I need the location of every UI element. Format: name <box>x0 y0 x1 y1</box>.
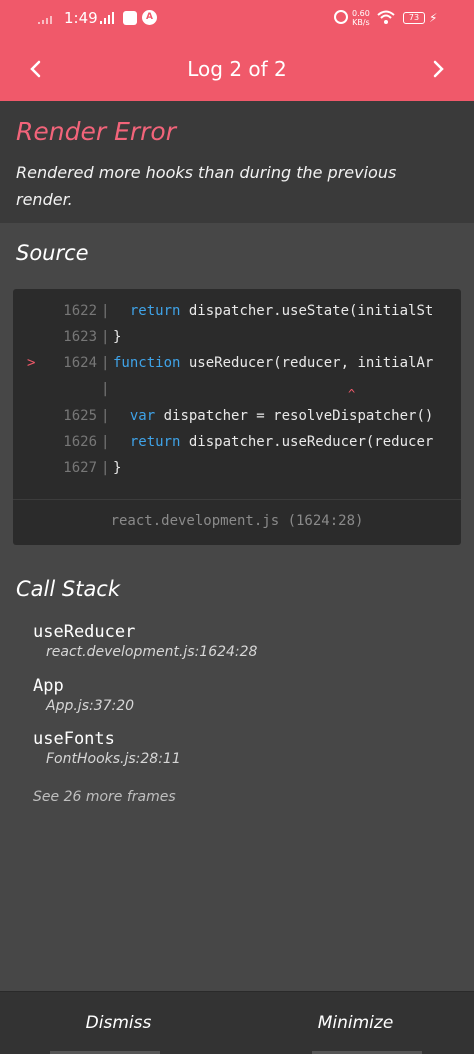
code-line: 1625 | var dispatcher = resolveDispatcher… <box>13 408 461 434</box>
code-line: 1626 | return dispatcher.useReducer(reduc… <box>13 434 461 460</box>
code-text: return dispatcher.useState(initialSt <box>113 303 433 319</box>
code-line: >1624 | function useReducer(reducer, initi… <box>13 355 461 381</box>
code-rest: } <box>113 329 122 345</box>
log-counter: Log 2 of 2 <box>187 57 287 81</box>
minimize-button[interactable]: Minimize <box>237 992 474 1054</box>
gutter-separator: | <box>101 381 110 397</box>
code-rest: dispatcher = resolveDispatcher() <box>155 408 434 424</box>
code-line: 1622 | return dispatcher.useState(initial… <box>13 303 461 329</box>
gutter-separator: | <box>101 434 110 450</box>
code-divider <box>13 499 461 500</box>
error-title: Render Error <box>16 117 176 146</box>
code-text: } <box>113 460 121 476</box>
log-header: Log 2 of 2 <box>0 37 474 101</box>
code-text: function useReducer(reducer, initialAr <box>113 355 433 371</box>
status-bar: 1:49 A 0.60 KB/s 73 ⚡ <box>0 0 474 37</box>
code-line: 1627 |} <box>13 460 461 486</box>
charging-icon: ⚡ <box>429 11 438 25</box>
line-number: 1624 <box>63 355 97 371</box>
stack-frame[interactable]: useReducer react.development.js:1624:28 <box>33 622 257 660</box>
stack-frame-location: App.js:37:20 <box>46 698 135 714</box>
footer-bar: Dismiss Minimize <box>0 991 474 1054</box>
code-text: return dispatcher.useReducer(reducer <box>113 434 433 450</box>
status-time: 1:49 <box>64 9 98 27</box>
gutter-separator: | <box>101 408 110 424</box>
network-speed: 0.60 KB/s <box>352 9 370 27</box>
code-line: 1623 |} <box>13 329 461 355</box>
line-number: 1625 <box>63 408 97 424</box>
gutter-separator: | <box>101 303 110 319</box>
app-notification-icon: A <box>142 10 157 25</box>
code-keyword: return <box>113 303 181 319</box>
error-panel: Render Error Rendered more hooks than du… <box>0 101 474 223</box>
code-rest: } <box>113 460 122 476</box>
line-number: 1627 <box>63 460 97 476</box>
gutter-separator: | <box>101 460 110 476</box>
stack-frame-function: useFonts <box>33 729 115 749</box>
stack-frame[interactable]: App App.js:37:20 <box>33 676 134 714</box>
stack-frame-location: FontHooks.js:28:11 <box>46 751 181 767</box>
source-heading: Source <box>16 241 89 265</box>
error-caret: ^ <box>348 387 356 401</box>
code-keyword: var <box>113 408 156 424</box>
call-stack-heading: Call Stack <box>16 577 121 601</box>
see-more-frames-link[interactable]: See 26 more frames <box>33 789 176 805</box>
dismiss-button[interactable]: Dismiss <box>0 992 237 1054</box>
video-app-icon <box>123 11 137 25</box>
chevron-right-icon[interactable] <box>424 55 452 83</box>
source-code-frame: 1622 | return dispatcher.useState(initial… <box>13 289 461 545</box>
code-rest: dispatcher.useState(initialSt <box>180 303 434 319</box>
code-rest: dispatcher.useReducer(reducer <box>180 434 434 450</box>
source-file-location: react.development.js (1624:28) <box>110 513 364 529</box>
line-number: 1622 <box>63 303 97 319</box>
stack-frame-location: react.development.js:1624:28 <box>46 644 258 660</box>
signal-icon <box>38 16 52 24</box>
gutter-separator: | <box>101 355 110 371</box>
signal-strength-icon <box>100 12 114 24</box>
code-rest: useReducer(reducer, initialAr <box>180 355 434 371</box>
code-keyword: function <box>113 355 181 371</box>
alarm-icon <box>334 10 348 24</box>
line-number: 1626 <box>63 434 97 450</box>
code-keyword: return <box>113 434 181 450</box>
battery-icon: 73 <box>403 12 425 24</box>
stack-frame[interactable]: useFonts FontHooks.js:28:11 <box>33 729 181 767</box>
line-number: 1623 <box>63 329 97 345</box>
wifi-icon <box>377 10 395 24</box>
error-message: Rendered more hooks than during the prev… <box>16 163 397 209</box>
stack-frame-function: useReducer <box>33 622 136 642</box>
gutter-separator: | <box>101 329 110 345</box>
stack-frame-function: App <box>33 676 64 696</box>
code-text: var dispatcher = resolveDispatcher() <box>113 408 433 424</box>
code-text: } <box>113 329 121 345</box>
